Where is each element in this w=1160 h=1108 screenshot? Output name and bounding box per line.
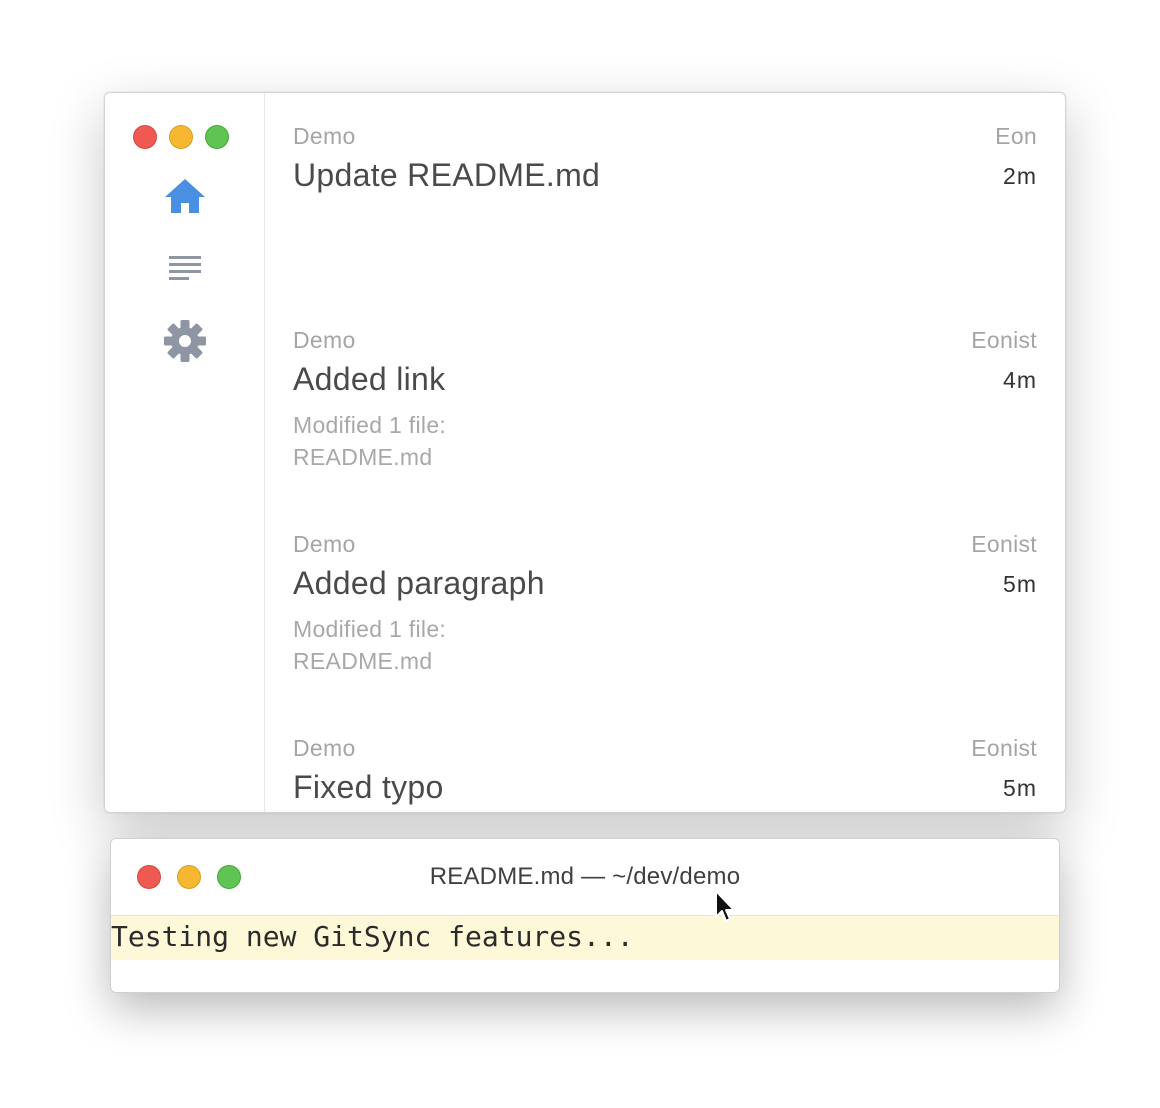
list-icon[interactable] <box>161 245 209 293</box>
commit-item[interactable]: Demo Eonist Added paragraph 5m Modified … <box>293 501 1037 701</box>
commit-title: Added link <box>293 361 446 397</box>
editor-titlebar[interactable]: README.md — ~/dev/demo <box>111 839 1059 916</box>
sidebar <box>105 93 265 812</box>
commit-description: Modified 1 file: README.md <box>293 616 447 674</box>
commit-time: 5m <box>1003 571 1037 597</box>
commit-author: Eonist <box>971 735 1037 761</box>
commit-title: Update README.md <box>293 157 601 193</box>
commit-author: Eonist <box>971 327 1037 353</box>
commit-description: Modified 1 file: README.md <box>293 412 447 470</box>
commit-author: Eon <box>995 123 1037 149</box>
editor-line-text[interactable]: Testing new GitSync features... <box>111 920 634 953</box>
editor-current-line[interactable]: Testing new GitSync features... <box>111 916 1059 960</box>
commit-repo: Demo <box>293 735 356 761</box>
gear-icon[interactable] <box>161 317 209 365</box>
gitsync-window: Demo Eon Update README.md 2m Demo Eonist… <box>104 92 1066 813</box>
close-button[interactable] <box>133 125 157 149</box>
commit-time: 2m <box>1003 163 1037 189</box>
home-icon[interactable] <box>161 173 209 221</box>
commit-item[interactable]: Demo Eonist Fixed typo 5m <box>293 705 1037 812</box>
commit-repo: Demo <box>293 123 356 149</box>
commit-item[interactable]: Demo Eon Update README.md 2m <box>293 93 1037 293</box>
commit-time: 5m <box>1003 775 1037 801</box>
commit-title: Added paragraph <box>293 565 545 601</box>
editor-window-title: README.md — ~/dev/demo <box>429 863 741 890</box>
commit-repo: Demo <box>293 327 356 353</box>
editor-window: README.md — ~/dev/demo Testing new GitSy… <box>110 838 1060 993</box>
commit-title: Fixed typo <box>293 769 444 805</box>
minimize-button[interactable] <box>169 125 193 149</box>
commit-repo: Demo <box>293 531 356 557</box>
commit-feed[interactable]: Demo Eon Update README.md 2m Demo Eonist… <box>265 93 1065 812</box>
commit-item[interactable]: Demo Eonist Added link 4m Modified 1 fil… <box>293 297 1037 497</box>
mouse-pointer-icon <box>714 889 738 927</box>
commit-time: 4m <box>1003 367 1037 393</box>
zoom-button[interactable] <box>205 125 229 149</box>
commit-author: Eonist <box>971 531 1037 557</box>
